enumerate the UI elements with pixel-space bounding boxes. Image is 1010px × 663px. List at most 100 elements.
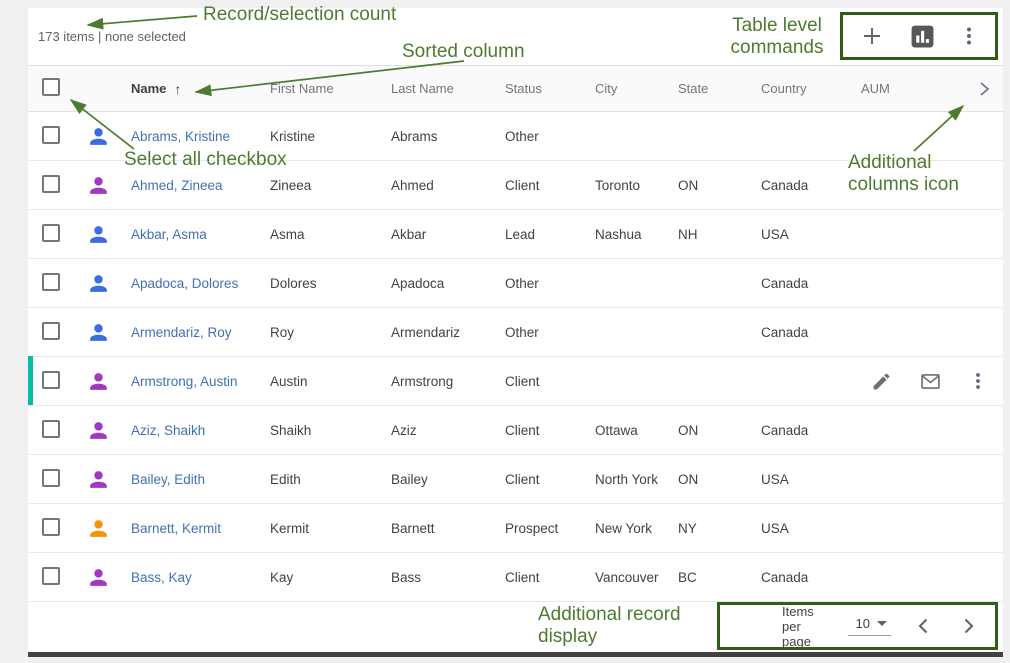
column-header-city[interactable]: City bbox=[595, 81, 678, 96]
row-checkbox[interactable] bbox=[42, 224, 60, 242]
cell-first-name: Roy bbox=[270, 325, 391, 340]
cell-last-name: Armstrong bbox=[391, 374, 505, 389]
cell-country: Canada bbox=[761, 178, 861, 193]
table-row[interactable]: Akbar, Asma Asma Akbar Lead Nashua NH US… bbox=[28, 210, 1003, 259]
items-per-page-label: Items per page bbox=[782, 604, 826, 649]
cell-last-name: Bass bbox=[391, 570, 505, 585]
additional-columns-chevron[interactable] bbox=[970, 79, 1003, 99]
cell-city: North York bbox=[595, 472, 678, 487]
cell-first-name: Shaikh bbox=[270, 423, 391, 438]
person-icon bbox=[86, 516, 111, 541]
annotation-additional-record: Additional record display bbox=[538, 604, 681, 648]
cell-status: Client bbox=[505, 374, 595, 389]
cell-last-name: Bailey bbox=[391, 472, 505, 487]
row-checkbox[interactable] bbox=[42, 322, 60, 340]
add-record-button[interactable] bbox=[860, 24, 884, 48]
record-name-link[interactable]: Bass, Kay bbox=[131, 570, 192, 585]
cell-city: Nashua bbox=[595, 227, 678, 242]
cell-city: Ottawa bbox=[595, 423, 678, 438]
cell-country: Canada bbox=[761, 570, 861, 585]
row-more-actions-button[interactable] bbox=[969, 371, 987, 391]
row-checkbox[interactable] bbox=[42, 469, 60, 487]
items-per-page-value: 10 bbox=[856, 616, 870, 631]
row-checkbox[interactable] bbox=[42, 371, 60, 389]
pencil-icon bbox=[871, 371, 892, 392]
dropdown-caret-icon bbox=[877, 621, 887, 626]
table-row[interactable]: Bass, Kay Kay Bass Client Vancouver BC C… bbox=[28, 553, 1003, 602]
table-commands-box bbox=[840, 12, 998, 60]
record-name-link[interactable]: Armstrong, Austin bbox=[131, 374, 238, 389]
row-checkbox[interactable] bbox=[42, 420, 60, 438]
cell-country: USA bbox=[761, 227, 861, 242]
cell-status: Prospect bbox=[505, 521, 595, 536]
row-checkbox[interactable] bbox=[42, 273, 60, 291]
chevron-right-icon bbox=[957, 615, 979, 637]
email-record-button[interactable] bbox=[919, 370, 942, 393]
record-name-link[interactable]: Ahmed, Zineea bbox=[131, 178, 223, 193]
cell-first-name: Kristine bbox=[270, 129, 391, 144]
annotation-sorted-column: Sorted column bbox=[402, 41, 525, 63]
previous-page-button[interactable] bbox=[913, 615, 935, 637]
cell-first-name: Dolores bbox=[270, 276, 391, 291]
row-checkbox[interactable] bbox=[42, 126, 60, 144]
record-name-link[interactable]: Abrams, Kristine bbox=[131, 129, 230, 144]
row-checkbox[interactable] bbox=[42, 518, 60, 536]
select-all-checkbox[interactable] bbox=[42, 78, 60, 96]
table-more-commands-button[interactable] bbox=[960, 25, 978, 47]
cell-last-name: Akbar bbox=[391, 227, 505, 242]
cell-state: BC bbox=[678, 570, 761, 585]
column-header-last-name[interactable]: Last Name bbox=[391, 81, 505, 96]
cell-first-name: Kermit bbox=[270, 521, 391, 536]
pagination-box: Items per page 10 bbox=[717, 602, 998, 650]
person-icon bbox=[86, 565, 111, 590]
table-row[interactable]: Bailey, Edith Edith Bailey Client North … bbox=[28, 455, 1003, 504]
person-icon bbox=[86, 173, 111, 198]
record-name-link[interactable]: Akbar, Asma bbox=[131, 227, 207, 242]
next-page-button[interactable] bbox=[957, 615, 979, 637]
cell-state: ON bbox=[678, 423, 761, 438]
cell-status: Client bbox=[505, 423, 595, 438]
column-header-status[interactable]: Status bbox=[505, 81, 595, 96]
table-row[interactable]: Aziz, Shaikh Shaikh Aziz Client Ottawa O… bbox=[28, 406, 1003, 455]
chevron-right-icon bbox=[974, 79, 994, 99]
cell-country: USA bbox=[761, 472, 861, 487]
column-header-country[interactable]: Country bbox=[761, 81, 861, 96]
record-name-link[interactable]: Bailey, Edith bbox=[131, 472, 205, 487]
record-name-link[interactable]: Armendariz, Roy bbox=[131, 325, 232, 340]
record-name-link[interactable]: Apadoca, Dolores bbox=[131, 276, 238, 291]
row-actions bbox=[871, 357, 987, 405]
record-name-link[interactable]: Barnett, Kermit bbox=[131, 521, 221, 536]
table-row[interactable]: Barnett, Kermit Kermit Barnett Prospect … bbox=[28, 504, 1003, 553]
table-row[interactable]: Apadoca, Dolores Dolores Apadoca Other C… bbox=[28, 259, 1003, 308]
cell-first-name: Edith bbox=[270, 472, 391, 487]
cell-country: Canada bbox=[761, 276, 861, 291]
edit-record-button[interactable] bbox=[871, 371, 892, 392]
cell-city: Toronto bbox=[595, 178, 678, 193]
person-icon bbox=[86, 271, 111, 296]
table-row[interactable]: Armstrong, Austin Austin Armstrong Clien… bbox=[28, 357, 1003, 406]
column-header-name[interactable]: Name ↑ bbox=[116, 81, 270, 97]
cell-status: Client bbox=[505, 570, 595, 585]
person-icon bbox=[86, 320, 111, 345]
column-header-state[interactable]: State bbox=[678, 81, 761, 96]
cell-state: NY bbox=[678, 521, 761, 536]
table-row[interactable]: Armendariz, Roy Roy Armendariz Other Can… bbox=[28, 308, 1003, 357]
cell-country: USA bbox=[761, 521, 861, 536]
row-checkbox[interactable] bbox=[42, 567, 60, 585]
cell-last-name: Armendariz bbox=[391, 325, 505, 340]
cell-status: Lead bbox=[505, 227, 595, 242]
record-name-link[interactable]: Aziz, Shaikh bbox=[131, 423, 205, 438]
items-per-page-select[interactable]: 10 bbox=[848, 616, 891, 636]
cell-last-name: Ahmed bbox=[391, 178, 505, 193]
column-header-first-name[interactable]: First Name bbox=[270, 81, 391, 96]
chart-view-button[interactable] bbox=[910, 24, 935, 49]
person-icon bbox=[86, 222, 111, 247]
column-header-aum[interactable]: AUM bbox=[861, 81, 970, 96]
cell-first-name: Kay bbox=[270, 570, 391, 585]
envelope-icon bbox=[919, 370, 942, 393]
cell-country: Canada bbox=[761, 423, 861, 438]
person-icon bbox=[86, 418, 111, 443]
row-checkbox[interactable] bbox=[42, 175, 60, 193]
annotation-additional-columns: Additional columns icon bbox=[848, 152, 959, 196]
kebab-menu-icon bbox=[960, 25, 978, 47]
